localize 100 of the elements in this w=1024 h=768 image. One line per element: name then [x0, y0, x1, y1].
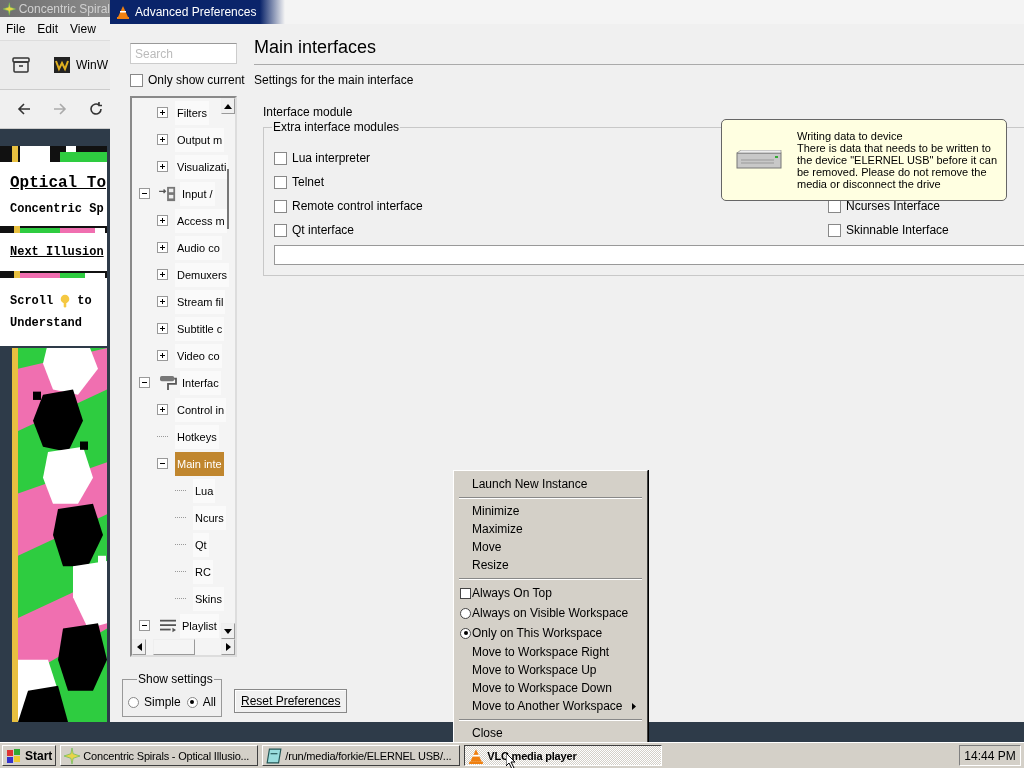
menu-item[interactable]: Move to Workspace Right — [457, 643, 644, 661]
scroll-left-button[interactable] — [132, 639, 146, 655]
checkbox[interactable] — [274, 151, 287, 165]
menu-item[interactable]: Edit — [37, 21, 59, 36]
minus-box-icon[interactable] — [157, 458, 168, 469]
menu-item[interactable]: Resize — [457, 556, 644, 574]
tree-item[interactable]: Output m — [175, 127, 225, 152]
checkbox[interactable] — [274, 199, 287, 213]
plus-box-icon[interactable] — [157, 269, 168, 280]
plus-box-icon[interactable] — [157, 107, 168, 118]
plus-box-icon[interactable] — [157, 323, 168, 334]
menu-item[interactable]: Maximize — [457, 520, 644, 538]
tree-item[interactable]: Skins — [193, 586, 224, 611]
page-heading: Optical To — [10, 174, 107, 192]
section-label: Interface module — [263, 105, 354, 119]
menu-item[interactable]: Always On Top — [457, 583, 644, 603]
menu-item[interactable]: Launch New Instance — [457, 475, 644, 493]
drive-icon — [736, 150, 782, 170]
sparkle-icon — [3, 1, 16, 16]
menu-item[interactable]: Move — [457, 538, 644, 556]
reload-icon[interactable] — [88, 101, 104, 117]
scroll-hint: Understand — [10, 315, 82, 332]
panel-description: Settings for the main interface — [254, 73, 415, 87]
menu-item[interactable]: Close — [457, 724, 644, 742]
plus-box-icon[interactable] — [157, 215, 168, 226]
search-field[interactable]: Search — [130, 43, 237, 64]
checkbox[interactable] — [460, 587, 471, 599]
archive-icon[interactable] — [12, 57, 30, 73]
plus-box-icon[interactable] — [157, 296, 168, 307]
left-arrow-icon — [136, 643, 142, 651]
scroll-hint: Scroll — [10, 293, 54, 310]
checkbox[interactable] — [274, 175, 287, 189]
menu-item[interactable]: View — [70, 21, 96, 36]
menu-item[interactable]: File — [6, 21, 26, 36]
tree-item[interactable]: Lua — [193, 478, 216, 503]
scrollbar-thumb[interactable] — [152, 639, 195, 655]
sparkle-icon — [64, 747, 81, 764]
scroll-down-button[interactable] — [221, 623, 235, 639]
tree-item[interactable]: Qt — [193, 532, 209, 557]
plus-box-icon[interactable] — [157, 242, 168, 253]
tree-item[interactable]: Access m — [175, 208, 227, 233]
checkbox[interactable] — [130, 73, 143, 87]
tree-item[interactable]: Filters — [175, 100, 209, 125]
plus-box-icon[interactable] — [157, 134, 168, 145]
tree-item[interactable]: Demuxers — [175, 262, 230, 287]
tree-item[interactable]: Audio co — [175, 235, 222, 260]
checkbox[interactable] — [274, 223, 287, 237]
tree-item[interactable]: Subtitle c — [175, 316, 225, 341]
radio-button[interactable] — [128, 696, 139, 708]
menu-item[interactable]: Only on This Workspace — [457, 623, 644, 643]
up-arrow-icon — [224, 103, 232, 109]
taskbar-button[interactable]: Concentric Spirals - Optical Illusio... — [60, 745, 259, 766]
checkbox-label: Remote control interface — [292, 199, 423, 213]
radio-button[interactable] — [186, 696, 198, 708]
plus-box-icon[interactable] — [157, 404, 168, 415]
scroll-right-button[interactable] — [221, 639, 235, 655]
four-squares-icon — [6, 747, 22, 764]
menu-item[interactable]: Always on Visible Workspace — [457, 603, 644, 623]
plus-box-icon[interactable] — [157, 350, 168, 361]
radio-label: Simple — [144, 695, 181, 709]
menu-item[interactable]: Move to Workspace Down — [457, 679, 644, 697]
minus-box-icon[interactable] — [139, 620, 150, 631]
radio-button[interactable] — [460, 607, 471, 619]
checkbox-label: Ncurses Interface — [846, 199, 941, 213]
input-field[interactable] — [274, 245, 1024, 265]
reset-button[interactable]: Reset Preferences — [234, 689, 348, 713]
start-button[interactable]: Start — [2, 745, 57, 766]
tree-item[interactable]: Visualizati — [175, 154, 229, 179]
menu-item[interactable]: Minimize — [457, 502, 644, 520]
notification-title: Writing data to device — [797, 130, 904, 142]
tree-item[interactable]: Playlist — [180, 613, 219, 638]
checkbox-label: Telnet — [292, 175, 325, 189]
minus-box-icon[interactable] — [139, 188, 150, 199]
clock: 14:44 PM — [959, 745, 1021, 766]
minus-box-icon[interactable] — [139, 377, 150, 388]
tree-item[interactable]: Hotkeys — [175, 424, 219, 449]
group-label: Extra interface modules — [272, 120, 401, 134]
tree-item[interactable]: RC — [193, 559, 213, 584]
next-link[interactable]: Next Illusion — [10, 245, 104, 259]
radio-button[interactable] — [460, 627, 471, 639]
taskbar-button[interactable]: /run/media/forkie/ELERNEL USB/... — [262, 745, 461, 766]
radio-label: All — [202, 695, 217, 709]
submenu-arrow-icon — [632, 702, 636, 710]
back-icon[interactable] — [16, 101, 32, 117]
tree-item[interactable]: Input / — [180, 181, 215, 206]
menu-item[interactable]: Move to Another Workspace — [457, 697, 644, 715]
tree-item[interactable]: Interfac — [180, 370, 221, 395]
menu-item[interactable]: Move to Workspace Up — [457, 661, 644, 679]
scroll-up-button[interactable] — [221, 98, 235, 114]
panel-title: Main interfaces — [254, 37, 378, 59]
right-arrow-icon — [225, 643, 231, 651]
tree-item[interactable]: Control in — [175, 397, 227, 422]
tree-item[interactable]: Video co — [175, 343, 222, 368]
plus-box-icon[interactable] — [157, 161, 168, 172]
tree-item[interactable]: Stream fil — [175, 289, 226, 314]
checkbox[interactable] — [828, 223, 841, 237]
tree-item[interactable]: Ncurs — [193, 505, 226, 530]
notification-message: There is data that needs to be written to the device "ELERNEL USB" before it can be removed. Please do not remove the media or disconnect the drive — [797, 142, 998, 190]
bookmark-link[interactable]: WinW — [54, 57, 108, 73]
scrollbar-thumb[interactable] — [227, 168, 229, 229]
